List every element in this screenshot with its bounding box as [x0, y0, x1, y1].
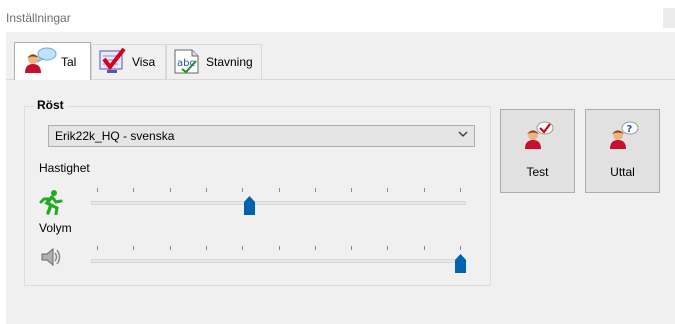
speaker-volume-icon: [39, 245, 63, 272]
window-title: Inställningar: [6, 11, 71, 25]
speed-slider-tick: [351, 188, 353, 192]
speed-slider-tick: [278, 188, 280, 192]
volume-slider-tick: [460, 246, 461, 250]
volume-slider[interactable]: [91, 244, 466, 274]
volume-slider-tick: [387, 246, 389, 250]
volume-slider-thumb[interactable]: [454, 254, 466, 273]
tab-visa[interactable]: Visa: [91, 44, 166, 79]
volume-slider-tick: [278, 246, 280, 250]
speed-slider-tick: [169, 188, 171, 192]
speed-slider-tick: [314, 188, 316, 192]
volume-slider-track: [91, 259, 466, 263]
abc-spelling-icon: abc: [172, 47, 202, 78]
voice-select[interactable]: Erik22k_HQ - svenska: [48, 125, 475, 147]
speed-slider-tick: [423, 188, 425, 192]
speed-slider-track: [91, 201, 466, 205]
titlebar-close-stub[interactable]: [663, 8, 675, 28]
speaker-person-icon: [23, 46, 57, 77]
speed-slider-tick: [133, 188, 135, 192]
tab-stavning-label: Stavning: [206, 55, 253, 69]
volume-label: Volym: [39, 221, 72, 235]
tab-tal-label: Tal: [61, 54, 77, 69]
pronounce-button[interactable]: ? Uttal: [585, 109, 660, 193]
person-check-bubble-icon: [522, 120, 554, 153]
speed-slider-thumb[interactable]: [243, 196, 255, 215]
speed-slider-tick: [242, 188, 244, 192]
runner-icon: [38, 189, 64, 218]
speed-slider-tick: [205, 188, 207, 192]
test-button[interactable]: Test: [500, 109, 575, 193]
volume-slider-tick: [351, 246, 353, 250]
speed-label: Hastighet: [39, 161, 90, 175]
chevron-down-icon: [458, 129, 468, 142]
voice-group-title: Röst: [34, 98, 67, 112]
person-question-bubble-icon: ?: [607, 120, 639, 153]
voice-select-value: Erik22k_HQ - svenska: [55, 129, 175, 143]
tab-visa-label: Visa: [132, 55, 156, 69]
svg-text:?: ?: [626, 124, 632, 135]
volume-slider-tick: [314, 246, 316, 250]
volume-slider-tick: [169, 246, 171, 250]
tab-stavning[interactable]: abc Stavning: [166, 44, 262, 79]
volume-slider-tick: [133, 246, 135, 250]
checkmark-monitor-icon: [98, 47, 128, 78]
volume-slider-tick: [423, 246, 425, 250]
pronounce-button-label: Uttal: [610, 165, 635, 179]
svg-text:abc: abc: [177, 58, 195, 69]
tab-tal[interactable]: Tal: [14, 42, 91, 80]
speed-slider[interactable]: [91, 186, 466, 216]
speed-slider-tick: [97, 188, 98, 192]
volume-slider-tick: [97, 246, 98, 250]
speed-slider-tick: [387, 188, 389, 192]
test-button-label: Test: [526, 165, 549, 179]
volume-slider-tick: [205, 246, 207, 250]
volume-slider-tick: [242, 246, 244, 250]
speed-slider-tick: [460, 188, 461, 192]
